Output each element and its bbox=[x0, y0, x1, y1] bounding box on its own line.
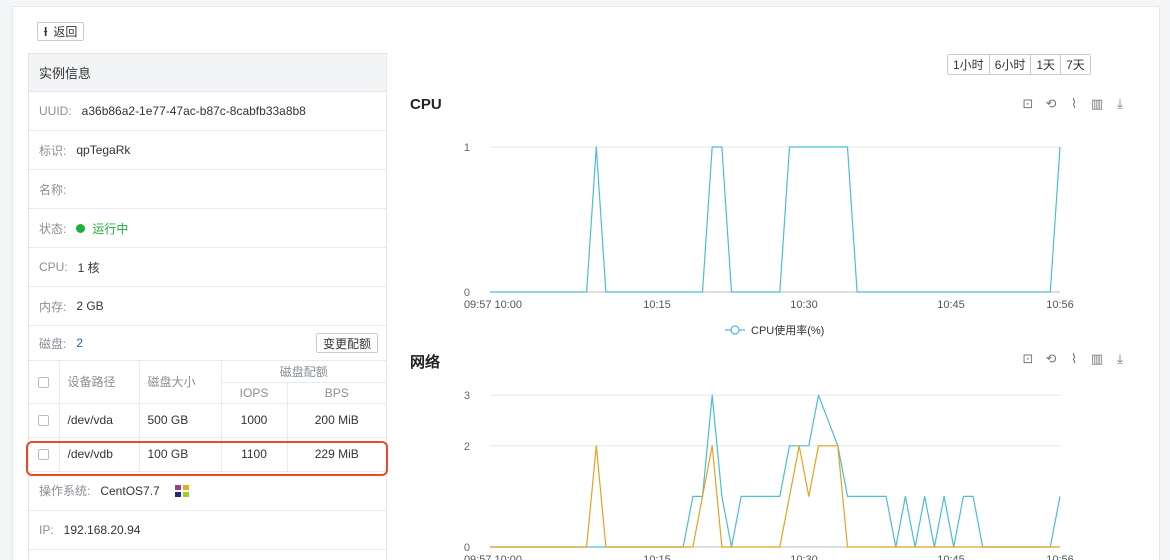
x-tick-label: 10:45 bbox=[937, 554, 965, 560]
disk-row: 磁盘: 2 变更配额 bbox=[29, 326, 386, 361]
table-row[interactable]: /dev/vdb 100 GB 1100 229 MiB bbox=[29, 437, 386, 472]
cpu-row: CPU: 1 核 bbox=[29, 248, 386, 287]
network-chart-title: 网络 bbox=[410, 354, 441, 371]
name-row: 名称: bbox=[29, 170, 386, 209]
col-bps: BPS bbox=[287, 382, 386, 404]
x-tick-label: 10:30 bbox=[790, 554, 818, 560]
y-tick-label: 1 bbox=[464, 142, 470, 154]
tag-value: qpTegaRk bbox=[76, 143, 131, 157]
bar-chart-icon[interactable]: ▥ bbox=[1090, 96, 1104, 112]
bar-chart-icon[interactable]: ▥ bbox=[1090, 351, 1104, 367]
series-line bbox=[490, 394, 1061, 548]
download-icon[interactable]: ⤓ bbox=[1113, 351, 1127, 367]
line-chart-icon[interactable]: ⌇ bbox=[1067, 351, 1081, 367]
panel-title: 实例信息 bbox=[29, 54, 386, 92]
legend-label: CPU使用率(%) bbox=[751, 323, 824, 337]
col-iops: IOPS bbox=[221, 382, 288, 404]
disk-iops: 1100 bbox=[221, 437, 288, 472]
cpu-chart-toolbox: ⊡ ⟲ ⌇ ▥ ⤓ bbox=[1021, 96, 1127, 112]
select-all-cell bbox=[29, 361, 60, 404]
disk-path: /dev/vda bbox=[59, 403, 140, 438]
tag-row: 标识: qpTegaRk bbox=[29, 131, 386, 170]
x-tick-label: 10:15 bbox=[643, 299, 671, 311]
memory-row: 内存: 2 GB bbox=[29, 287, 386, 326]
y-tick-label: 2 bbox=[464, 441, 470, 453]
zoom-reset-icon[interactable]: ⟲ bbox=[1044, 351, 1058, 367]
os-row: 操作系统: CentOS7.7 bbox=[29, 472, 386, 511]
table-row[interactable]: /dev/vda 500 GB 1000 200 MiB bbox=[29, 403, 386, 438]
range-7d-button[interactable]: 7天 bbox=[1061, 55, 1090, 74]
col-path: 设备路径 bbox=[59, 361, 140, 404]
zoom-icon[interactable]: ⊡ bbox=[1021, 351, 1035, 367]
range-6h-button[interactable]: 6小时 bbox=[989, 55, 1032, 74]
tag-label: 标识: bbox=[39, 143, 67, 158]
legend-marker bbox=[730, 325, 740, 335]
back-button[interactable]: ƚ 返回 bbox=[37, 22, 85, 41]
back-label: 返回 bbox=[53, 25, 78, 39]
cpu-value: 1 核 bbox=[77, 260, 100, 275]
x-tick-label: 09:57 10:00 bbox=[464, 299, 522, 311]
memory-value: 2 GB bbox=[76, 299, 104, 313]
disk-size: 500 GB bbox=[139, 403, 222, 438]
range-1d-button[interactable]: 1天 bbox=[1031, 55, 1062, 74]
os-label: 操作系统: bbox=[39, 484, 91, 498]
status-value: 运行中 bbox=[92, 221, 129, 236]
disk-path: /dev/vdb bbox=[59, 437, 140, 472]
change-quota-button[interactable]: 变更配额 bbox=[315, 333, 378, 353]
disk-bps: 229 MiB bbox=[287, 437, 386, 472]
y-tick-label: 0 bbox=[464, 287, 470, 299]
network-chart: 0 2 3 09:57 10:00 10:15 10:30 10:45 10:56 bbox=[464, 390, 1074, 560]
select-all-checkbox[interactable] bbox=[38, 377, 50, 389]
row-checkbox[interactable] bbox=[38, 449, 50, 461]
instance-info-panel: 实例信息 UUID: a36b86a2-1e77-47ac-b87c-8cabf… bbox=[28, 53, 387, 560]
centos-logo-icon bbox=[174, 484, 189, 497]
disk-table: 设备路径 磁盘大小 磁盘配额 IOPS BPS /dev/vda 500 GB … bbox=[29, 361, 386, 472]
x-tick-label: 10:56 bbox=[1046, 554, 1074, 560]
y-tick-label: 0 bbox=[464, 542, 470, 554]
line-chart-icon[interactable]: ⌇ bbox=[1067, 96, 1081, 112]
status-label: 状态: bbox=[39, 221, 67, 236]
cpu-label: CPU: bbox=[39, 260, 68, 274]
status-dot-icon bbox=[76, 223, 86, 233]
x-tick-label: 10:56 bbox=[1046, 299, 1074, 311]
col-size: 磁盘大小 bbox=[139, 361, 222, 404]
time-range-selector: 1小时 6小时 1天 7天 bbox=[947, 54, 1091, 75]
disk-iops: 1000 bbox=[221, 403, 288, 438]
cpu-chart: 0 1 09:57 10:00 10:15 10:30 10:45 10:56 CPU使用率(… bbox=[464, 142, 1074, 337]
row-checkbox[interactable] bbox=[38, 415, 50, 427]
x-tick-label: 10:30 bbox=[790, 299, 818, 311]
ip-label: IP: bbox=[39, 522, 54, 537]
y-tick-label: 3 bbox=[464, 390, 470, 402]
disk-size: 100 GB bbox=[139, 437, 222, 472]
uuid-row: UUID: a36b86a2-1e77-47ac-b87c-8cabfb33a8… bbox=[29, 92, 386, 131]
memory-label: 内存: bbox=[39, 299, 67, 314]
download-icon[interactable]: ⤓ bbox=[1113, 96, 1127, 112]
ip-value: 192.168.20.94 bbox=[63, 522, 141, 537]
row-checkbox-cell bbox=[29, 403, 60, 438]
uuid-label: UUID: bbox=[39, 104, 72, 118]
status-row: 状态: 运行中 bbox=[29, 209, 386, 248]
disk-label: 磁盘: bbox=[39, 336, 67, 351]
series-line bbox=[490, 146, 1061, 293]
back-icon: ƚ bbox=[44, 24, 48, 39]
x-tick-label: 10:15 bbox=[643, 554, 671, 560]
os-value: CentOS7.7 bbox=[100, 483, 160, 498]
x-tick-label: 09:57 10:00 bbox=[464, 554, 522, 560]
cpu-chart-title: CPU bbox=[410, 96, 442, 113]
zoom-reset-icon[interactable]: ⟲ bbox=[1044, 96, 1058, 112]
ip-row: IP: 192.168.20.94 bbox=[29, 511, 386, 550]
row-checkbox-cell bbox=[29, 437, 60, 472]
network-chart-toolbox: ⊡ ⟲ ⌇ ▥ ⤓ bbox=[1021, 351, 1127, 367]
zoom-icon[interactable]: ⊡ bbox=[1021, 96, 1035, 112]
x-tick-label: 10:45 bbox=[937, 299, 965, 311]
col-quota: 磁盘配额 bbox=[221, 361, 386, 383]
name-label: 名称: bbox=[39, 182, 67, 197]
disk-bps: 200 MiB bbox=[287, 403, 386, 438]
disk-count-link[interactable]: 2 bbox=[76, 336, 83, 350]
range-1h-button[interactable]: 1小时 bbox=[948, 55, 990, 74]
uuid-value: a36b86a2-1e77-47ac-b87c-8cabfb33a8b8 bbox=[81, 104, 306, 118]
